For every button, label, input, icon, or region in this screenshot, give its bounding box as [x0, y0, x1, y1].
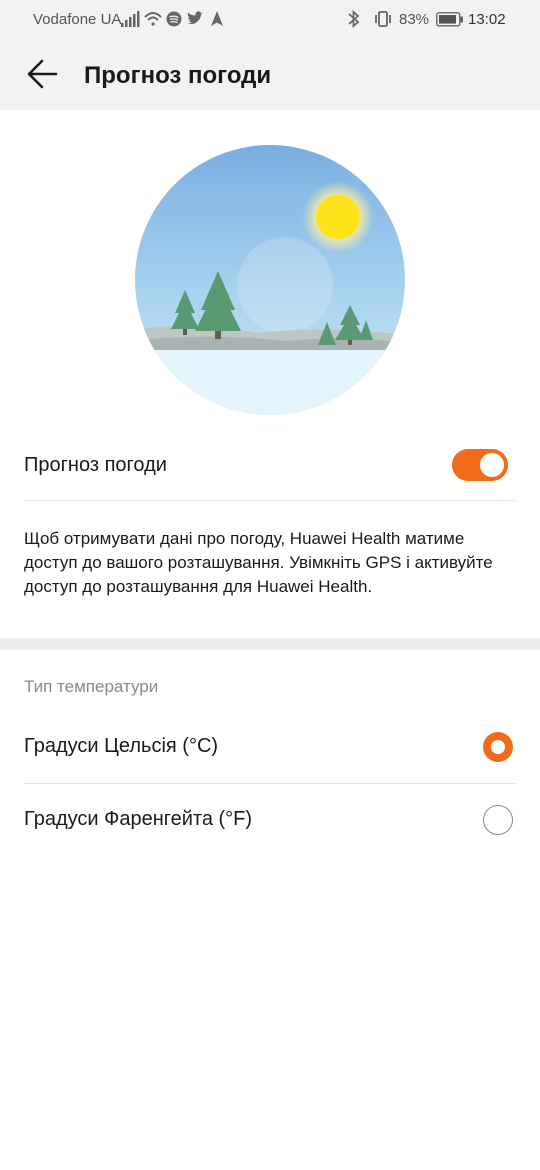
toggle-knob — [480, 453, 504, 477]
bluetooth-icon — [348, 9, 360, 29]
weather-illustration — [135, 145, 405, 415]
toolbar: Прогноз погоди — [0, 38, 540, 110]
back-arrow-icon — [27, 59, 58, 89]
weather-forecast-toggle[interactable] — [452, 449, 508, 481]
status-left-icons — [121, 11, 223, 27]
spotify-icon — [166, 11, 182, 27]
celsius-option[interactable]: Градуси Цельсія (°C) — [24, 711, 516, 784]
status-bar: Vodafone UA 83% 13:02 — [0, 0, 540, 38]
page-title: Прогноз погоди — [84, 62, 272, 89]
battery-percent: 83% — [399, 11, 430, 28]
celsius-radio[interactable] — [483, 732, 513, 762]
signal-icon — [121, 11, 140, 27]
weather-forecast-label: Прогноз погоди — [24, 454, 167, 476]
section-divider — [0, 638, 540, 650]
wifi-icon — [144, 12, 162, 26]
back-button[interactable] — [22, 56, 62, 92]
clock: 13:02 — [468, 11, 506, 28]
carrier-name: Vodafone UA — [33, 11, 122, 28]
weather-forecast-row: Прогноз погоди — [24, 430, 516, 501]
location-permission-description: Щоб отримувати дані про погоду, Huawei H… — [24, 529, 493, 596]
status-right-icons — [348, 9, 391, 29]
navigation-icon — [211, 11, 223, 26]
fahrenheit-label: Градуси Фаренгейта (°F) — [24, 808, 253, 830]
temperature-section-title: Тип температури — [24, 677, 159, 696]
celsius-label: Градуси Цельсія (°C) — [24, 735, 219, 757]
vibrate-icon — [375, 11, 391, 27]
battery-icon — [436, 12, 463, 27]
fahrenheit-option[interactable]: Градуси Фаренгейта (°F) — [24, 784, 516, 856]
twitter-icon — [187, 11, 203, 25]
fahrenheit-radio[interactable] — [483, 805, 513, 835]
